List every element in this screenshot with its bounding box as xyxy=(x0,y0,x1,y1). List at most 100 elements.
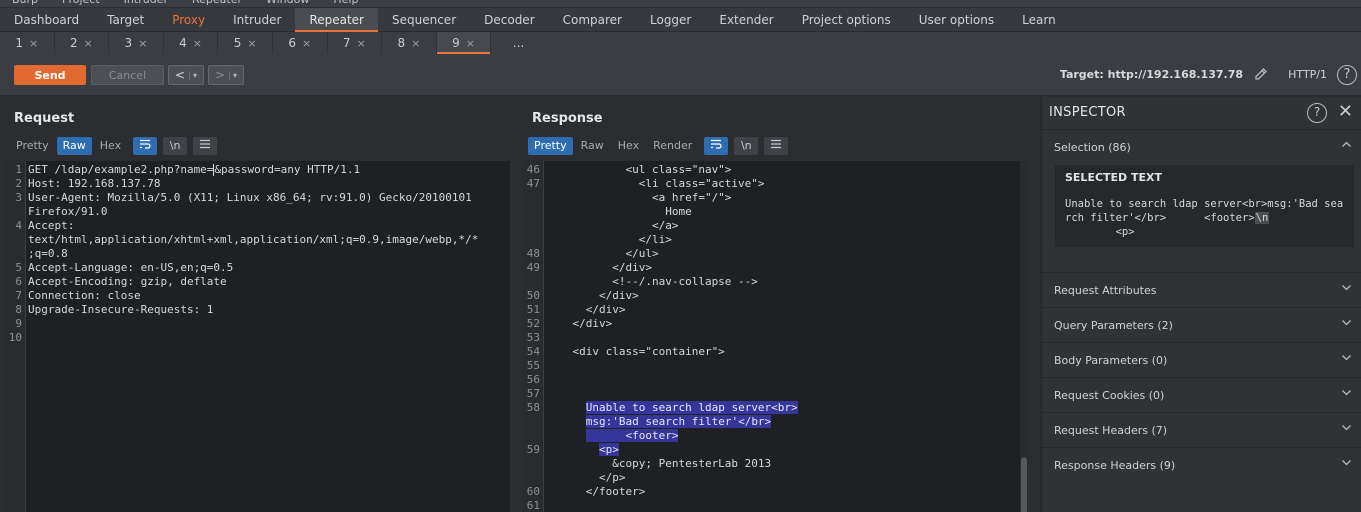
tab-logger[interactable]: Logger xyxy=(636,8,705,31)
tab-project-options[interactable]: Project options xyxy=(788,8,905,31)
response-editor[interactable]: 46 <ul class="nav"> 47 <li class="active"… xyxy=(522,161,1028,512)
hamburger-icon[interactable] xyxy=(193,137,218,155)
code-text: Host: 192.168.137.78 xyxy=(28,177,161,190)
selection-section[interactable]: Selection (86) xyxy=(1042,129,1361,164)
tab-pretty[interactable]: Pretty xyxy=(10,137,55,155)
tab-repeater[interactable]: Repeater xyxy=(295,8,378,32)
tab-sequencer[interactable]: Sequencer xyxy=(378,8,470,31)
wrap-icon[interactable] xyxy=(133,137,158,155)
tab-intruder[interactable]: Intruder xyxy=(219,8,295,31)
tab-learn[interactable]: Learn xyxy=(1008,8,1070,31)
inspector-section-query-parameters[interactable]: Query Parameters (2) xyxy=(1042,307,1361,342)
chevron-down-icon[interactable] xyxy=(1341,352,1352,366)
tab-pretty[interactable]: Pretty xyxy=(528,137,573,155)
selected-text-content[interactable]: Unable to search ldap server<br>msg:'Bad… xyxy=(1065,197,1345,239)
menu-item-repeater[interactable]: Repeater xyxy=(180,0,254,7)
newline-toggle[interactable]: \n xyxy=(734,137,759,155)
repeater-tab-8[interactable]: 8 × xyxy=(382,32,437,54)
chevron-down-icon[interactable] xyxy=(1341,457,1352,471)
request-code[interactable]: 1 GET /ldap/example2.php?name=&password=a… xyxy=(9,163,506,345)
hamburger-icon[interactable] xyxy=(764,137,789,155)
repeater-tab-new[interactable]: ... xyxy=(491,32,546,54)
tab-proxy[interactable]: Proxy xyxy=(158,8,219,31)
line-number: 1 xyxy=(15,163,22,176)
tab-extender[interactable]: Extender xyxy=(705,8,787,31)
code-line: 5 Accept-Language: en-US,en;q=0.5 xyxy=(15,261,506,275)
menu-item-project[interactable]: Project xyxy=(50,0,112,7)
send-button[interactable]: Send xyxy=(14,65,86,85)
wrap-icon[interactable] xyxy=(704,137,729,155)
tab-dashboard[interactable]: Dashboard xyxy=(0,8,93,31)
repeater-tab-label: 8 xyxy=(397,36,406,50)
dropdown-icon[interactable]: ▾ xyxy=(229,70,237,80)
pane-divider[interactable]: ⋮ xyxy=(1033,97,1049,512)
inspector-section-body-parameters[interactable]: Body Parameters (0) xyxy=(1042,342,1361,377)
repeater-tab-4[interactable]: 4 × xyxy=(164,32,219,54)
pencil-icon[interactable] xyxy=(1253,66,1269,82)
chevron-down-icon[interactable] xyxy=(1341,422,1352,436)
inspector-section-request-headers[interactable]: Request Headers (7) xyxy=(1042,412,1361,447)
scrollbar-thumb[interactable] xyxy=(1021,457,1027,512)
close-icon[interactable]: × xyxy=(29,37,38,50)
inspector-section-response-headers[interactable]: Response Headers (9) xyxy=(1042,447,1361,482)
close-icon[interactable]: × xyxy=(466,37,475,50)
close-icon[interactable]: × xyxy=(247,37,256,50)
tab-raw[interactable]: Raw xyxy=(56,137,92,155)
repeater-tab-label: 6 xyxy=(288,36,296,50)
newline-toggle[interactable]: \n xyxy=(163,137,188,155)
tab-user-options[interactable]: User options xyxy=(905,8,1008,31)
line-number: 51 xyxy=(526,303,540,316)
repeater-tab-7[interactable]: 7 × xyxy=(328,32,383,54)
close-icon[interactable]: × xyxy=(411,37,420,50)
menu-item-burp[interactable]: Burp xyxy=(0,0,50,7)
history-forward-button[interactable]: > ▾ xyxy=(208,65,244,85)
request-title: Request xyxy=(14,111,75,126)
close-icon[interactable]: × xyxy=(138,37,147,50)
inspector-section-request-attributes[interactable]: Request Attributes xyxy=(1042,272,1361,307)
close-icon[interactable]: × xyxy=(302,37,311,50)
tab-hex[interactable]: Hex xyxy=(612,137,645,155)
chevron-down-icon[interactable] xyxy=(1341,387,1352,401)
repeater-tab-5[interactable]: 5 × xyxy=(218,32,273,54)
help-icon[interactable]: ? xyxy=(1307,103,1327,123)
tab-hex[interactable]: Hex xyxy=(94,137,127,155)
cancel-button[interactable]: Cancel xyxy=(91,65,164,85)
menu-item-window[interactable]: Window xyxy=(254,0,321,7)
repeater-tab-3[interactable]: 3 × xyxy=(109,32,164,54)
tab-comparer[interactable]: Comparer xyxy=(549,8,636,31)
tab-target[interactable]: Target xyxy=(93,8,158,31)
menu-item-intruder[interactable]: Intruder xyxy=(112,0,180,7)
request-editor[interactable]: 1 GET /ldap/example2.php?name=&password=a… xyxy=(4,161,510,512)
tab-raw[interactable]: Raw xyxy=(575,137,610,155)
repeater-tab-2[interactable]: 2 × xyxy=(55,32,110,54)
tab-render[interactable]: Render xyxy=(647,137,698,155)
tab-decoder[interactable]: Decoder xyxy=(470,8,549,31)
close-icon[interactable]: × xyxy=(193,37,202,50)
line-number: 58 xyxy=(526,401,540,414)
chevron-down-icon[interactable] xyxy=(1341,282,1352,296)
http-version-label[interactable]: HTTP/1 xyxy=(1288,68,1327,81)
pane-divider[interactable]: ⋮ xyxy=(510,97,530,512)
repeater-tab-6[interactable]: 6 × xyxy=(273,32,328,54)
dropdown-icon[interactable]: ▾ xyxy=(189,70,197,80)
close-icon[interactable]: × xyxy=(357,37,366,50)
history-back-button[interactable]: < ▾ xyxy=(168,65,204,85)
code-line: </p> xyxy=(546,471,1024,485)
repeater-tab-1[interactable]: 1 × xyxy=(0,32,55,54)
menu-item-help[interactable]: Help xyxy=(321,0,370,7)
code-line: 58 Unable to search ldap server<br> xyxy=(527,401,1024,415)
inspector-section-label: Request Headers (7) xyxy=(1054,424,1168,437)
code-text: &password=any HTTP/1.1 xyxy=(214,163,361,176)
close-icon[interactable]: ✕ xyxy=(1338,101,1353,122)
selected-text-tail: <p> xyxy=(1065,226,1135,238)
repeater-tab-9[interactable]: 9 × xyxy=(436,32,492,54)
back-arrow-icon: < xyxy=(174,68,186,82)
help-icon[interactable]: ? xyxy=(1337,65,1357,85)
code-line: 60 </footer> xyxy=(527,485,1024,499)
scrollbar[interactable] xyxy=(1020,161,1028,512)
response-code[interactable]: 46 <ul class="nav"> 47 <li class="active"… xyxy=(527,163,1024,512)
inspector-section-request-cookies[interactable]: Request Cookies (0) xyxy=(1042,377,1361,412)
chevron-down-icon[interactable] xyxy=(1341,317,1352,331)
close-icon[interactable]: × xyxy=(84,37,93,50)
chevron-up-icon[interactable] xyxy=(1341,139,1352,153)
